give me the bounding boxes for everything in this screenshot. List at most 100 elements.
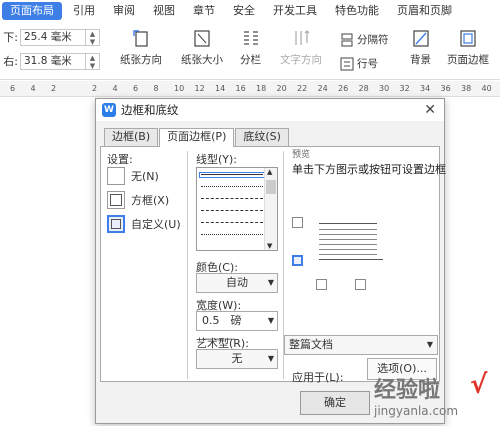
- art-select[interactable]: 无 ▼: [196, 349, 278, 369]
- setting-box-label: 方框(X): [131, 194, 170, 207]
- ribbon-tab-bar: 页面布局 引用 审阅 视图 章节 安全 开发工具 特色功能 页眉和页脚: [0, 0, 500, 22]
- close-icon[interactable]: ✕: [424, 102, 436, 118]
- ruler-number: 2: [92, 84, 98, 93]
- bottom-margin-spinner[interactable]: ▲ ▼: [86, 28, 100, 46]
- columns-button[interactable]: 分栏: [240, 28, 261, 67]
- watermark-title: 经验啦: [374, 378, 441, 403]
- line-style-scrollbar[interactable]: ▲ ▼: [264, 168, 277, 250]
- line-numbers-label: 行号: [357, 58, 378, 70]
- scroll-thumb[interactable]: [266, 180, 276, 194]
- bottom-border-button[interactable]: [292, 255, 303, 266]
- wps-logo-icon: W: [102, 103, 116, 117]
- line-numbers-button[interactable]: 行号: [340, 56, 378, 71]
- preview-line: [319, 234, 377, 235]
- settings-divider: [187, 151, 188, 379]
- settings-label: 设置:: [107, 153, 133, 166]
- page-break-icon: [341, 33, 353, 46]
- ruler-number: 24: [317, 84, 328, 93]
- ruler-number: 20: [276, 84, 287, 93]
- ruler-number: 40: [481, 84, 492, 93]
- bottom-margin-label: 下:: [3, 31, 18, 44]
- setting-box[interactable]: 方框(X): [107, 191, 169, 209]
- tab-sections[interactable]: 章节: [186, 2, 222, 20]
- line-numbers-icon: [340, 57, 354, 70]
- ruler-number: 12: [194, 84, 205, 93]
- site-watermark: 经验啦 √ jingyanla.com: [360, 370, 500, 426]
- line-style-dotted[interactable]: [201, 186, 263, 187]
- background-button[interactable]: 背景: [410, 28, 431, 67]
- tab-shading[interactable]: 底纹(S): [235, 128, 289, 146]
- dialog-titlebar: W 边框和底纹 ✕: [96, 99, 444, 121]
- apply-to-label: 应用于(L):: [292, 371, 344, 384]
- setting-custom[interactable]: 自定义(U): [107, 215, 181, 233]
- page-border-button[interactable]: 页面边框: [447, 28, 489, 67]
- scroll-up-icon[interactable]: ▲: [267, 168, 272, 176]
- page-border-label: 页面边框: [447, 54, 489, 66]
- apply-to-select[interactable]: 整篇文档 ▼: [284, 335, 438, 355]
- tab-page-border[interactable]: 页面边框(P): [159, 128, 235, 147]
- line-style-list[interactable]: ▲ ▼: [196, 167, 278, 251]
- ruler-number: 16: [235, 84, 246, 93]
- preview-label: 预览: [292, 150, 311, 160]
- chevron-down-icon: ▼: [267, 278, 274, 287]
- separator-label: 分隔符: [357, 34, 389, 46]
- preview-line: [319, 244, 377, 245]
- color-value: 自动: [226, 276, 248, 289]
- line-style-long-dash[interactable]: [201, 210, 263, 211]
- right-border-button[interactable]: [355, 279, 366, 290]
- top-border-button[interactable]: [292, 217, 303, 228]
- tab-page-layout[interactable]: 页面布局: [2, 2, 62, 20]
- preview-heading: 预览 单击下方图示或按钮可设置边框: [292, 150, 446, 176]
- ruler-number: 28: [358, 84, 369, 93]
- preview-bottom-border: [319, 259, 383, 260]
- left-border-button[interactable]: [316, 279, 327, 290]
- ruler-number: 4: [30, 84, 36, 93]
- ruler-number: 4: [112, 84, 118, 93]
- chevron-down-icon: ▼: [267, 354, 274, 363]
- ruler-number: 10: [174, 84, 185, 93]
- ruler-number: 32: [399, 84, 410, 93]
- chevron-down-icon: ▼: [267, 316, 274, 325]
- right-margin-field: 右: 31.8 毫米 ▲ ▼: [2, 52, 100, 70]
- ruler-number: 34: [420, 84, 431, 93]
- right-margin-input[interactable]: 31.8 毫米: [20, 52, 86, 70]
- tab-header-footer[interactable]: 页眉和页脚: [390, 2, 459, 20]
- tab-features[interactable]: 特色功能: [328, 2, 386, 20]
- orientation-button[interactable]: 纸张方向: [120, 28, 162, 67]
- ruler-number: 14: [215, 84, 226, 93]
- ruler-number: 2: [51, 84, 57, 93]
- scroll-down-icon[interactable]: ▼: [267, 242, 272, 250]
- tab-developer[interactable]: 开发工具: [266, 2, 324, 20]
- preview-page[interactable]: [319, 219, 387, 263]
- line-style-selected[interactable]: [199, 172, 265, 178]
- line-style-dash-dot[interactable]: [201, 222, 263, 223]
- page-size-icon: [194, 30, 210, 47]
- dialog-title: 边框和底纹: [121, 103, 179, 117]
- checkmark-icon: √: [470, 370, 488, 400]
- tab-view[interactable]: 视图: [146, 2, 182, 20]
- horizontal-ruler[interactable]: 6 4 2 2 4 6 8 10 12 14 16 18 20 22 24 26 28 30 32 34 36 38 40: [0, 81, 500, 97]
- line-style-solid[interactable]: [201, 174, 263, 175]
- page-size-button[interactable]: 纸张大小: [181, 28, 223, 67]
- tab-review[interactable]: 审阅: [106, 2, 142, 20]
- text-direction-button[interactable]: 文字方向: [280, 28, 322, 67]
- setting-none[interactable]: 无(N): [107, 167, 159, 185]
- preview-line: [319, 249, 377, 250]
- right-margin-label: 右:: [3, 55, 18, 68]
- preview-line: [319, 229, 377, 230]
- width-select[interactable]: 0.5 磅 ——— ▼: [196, 311, 278, 345]
- bottom-margin-input[interactable]: 25.4 毫米: [20, 28, 86, 46]
- ruler-number: 6: [10, 84, 16, 93]
- tab-references[interactable]: 引用: [66, 2, 102, 20]
- tab-borders[interactable]: 边框(B): [104, 128, 159, 146]
- columns-label: 分栏: [240, 54, 261, 66]
- line-style-dashed[interactable]: [201, 198, 263, 199]
- ruler-number: 30: [379, 84, 390, 93]
- right-margin-spinner[interactable]: ▲ ▼: [86, 52, 100, 70]
- bottom-margin-field: 下: 25.4 毫米 ▲ ▼: [2, 28, 100, 46]
- ruler-number: 38: [461, 84, 472, 93]
- separator-button[interactable]: 分隔符: [340, 32, 389, 47]
- color-select[interactable]: 自动 ▼: [196, 273, 278, 293]
- line-style-dash-dot-dot[interactable]: [201, 234, 263, 235]
- tab-security[interactable]: 安全: [226, 2, 262, 20]
